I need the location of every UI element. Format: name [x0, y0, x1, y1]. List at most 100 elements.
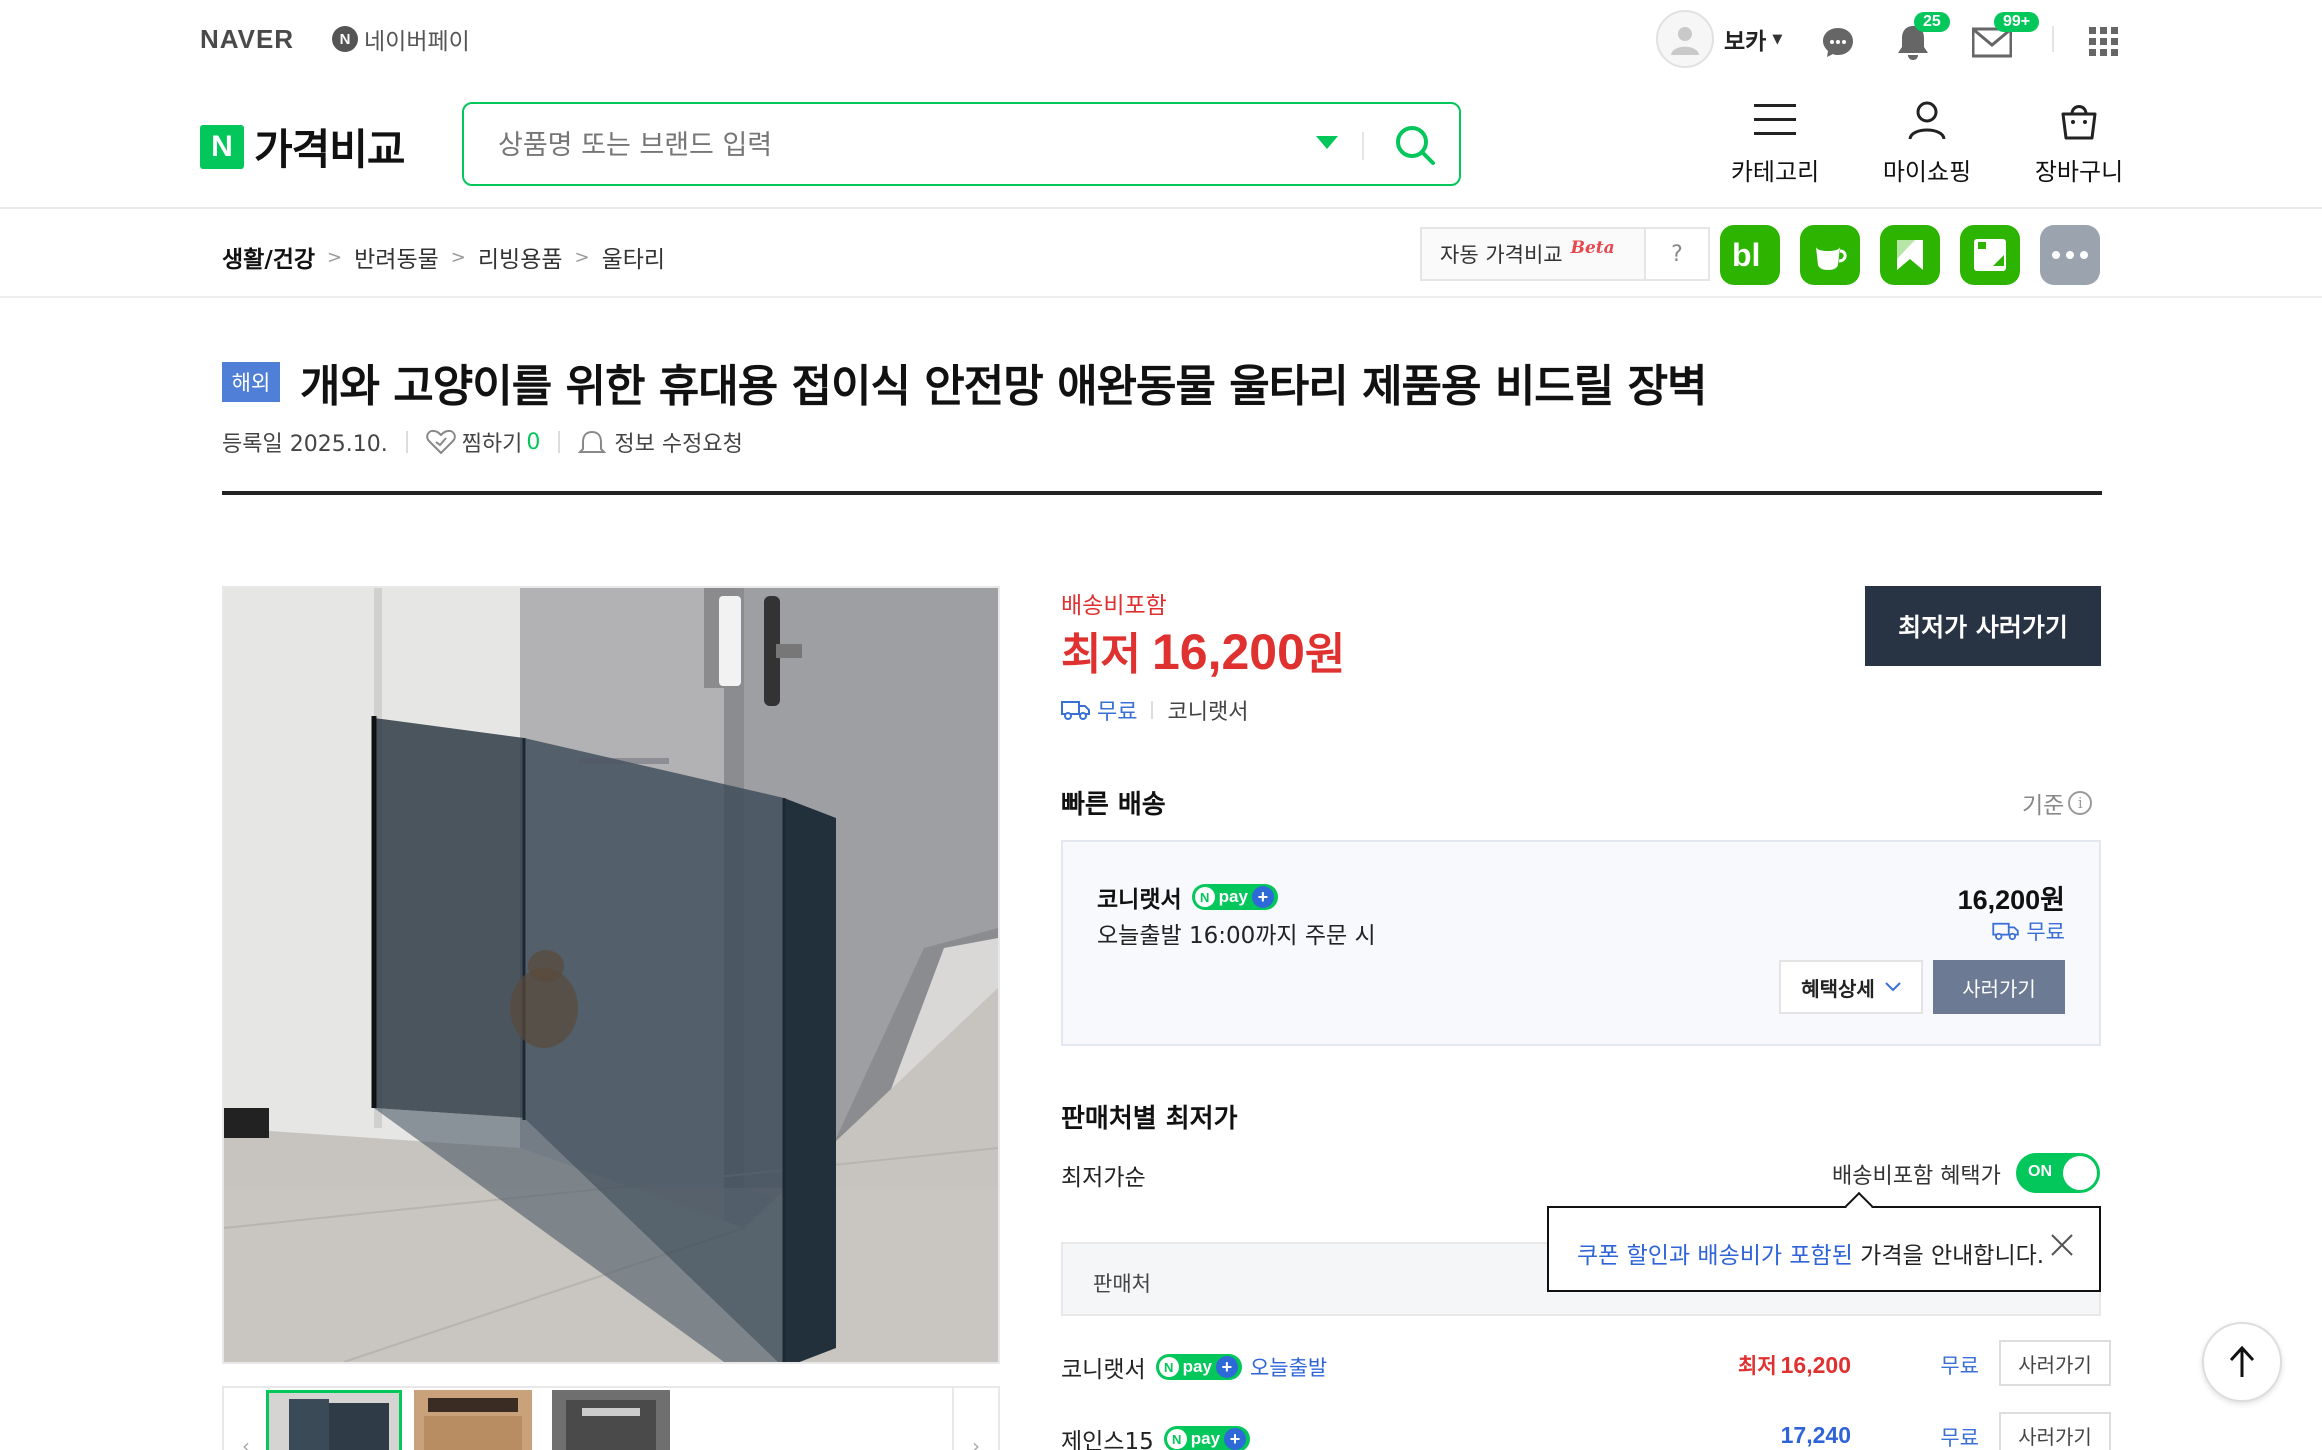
sort-option[interactable]: 최저가순 [1061, 1158, 1146, 1192]
chevron-down-icon: ▼ [1772, 31, 1783, 47]
close-icon[interactable] [2047, 1230, 2077, 1260]
tooltip-highlight: 쿠폰 할인과 배송비가 포함된 [1577, 1243, 1853, 1269]
thumbnail-prev-button[interactable]: ‹ [224, 1388, 270, 1450]
seller-name: 코니랫서 [1097, 887, 1182, 913]
shipping-benefit-toggle[interactable]: ON [2016, 1153, 2100, 1193]
tooltip-message: 쿠폰 할인과 배송비가 포함된 가격을 안내합니다. [1577, 1236, 2044, 1270]
tooltip-arrow [1844, 1191, 1874, 1221]
search-icon [1396, 126, 1435, 165]
shipping-fee: 무료 [1097, 700, 1138, 725]
auto-compare-toggle[interactable]: 자동 가격비교 Beta ? [1420, 227, 1710, 281]
divider [1362, 132, 1364, 160]
shipping-fee: 무료 [1940, 1354, 1979, 1378]
chevron-down-icon [1885, 982, 1901, 992]
fast-delivery-price: 16,200원 [1958, 878, 2065, 917]
breadcrumb-item[interactable]: 반려동물 [354, 240, 439, 274]
product-title: 개와 고양이를 위한 휴대용 접이식 안전망 애완동물 울타리 제품용 비드릴 … [300, 361, 1708, 412]
seller-price: 17,240 [1781, 1422, 1851, 1449]
search-input[interactable] [498, 124, 1298, 166]
price-prefix: 최저 [1738, 1354, 1777, 1378]
apps-grid-icon[interactable] [2084, 22, 2124, 62]
arrow-up-icon [2229, 1345, 2255, 1377]
user-icon [1671, 27, 1699, 55]
breadcrumb: 생활/건강 > 반려동물 > 리빙용품 > 울타리 [222, 240, 665, 274]
search-dropdown-toggle[interactable] [1316, 136, 1338, 149]
category-menu-button[interactable]: 카테고리 [1710, 100, 1840, 187]
thumbnail-3[interactable] [552, 1390, 670, 1450]
fast-delivery-seller[interactable]: 코니랫서 N pay + [1097, 880, 1278, 914]
myshopping-button[interactable]: 마이쇼핑 [1862, 100, 1992, 187]
product-image[interactable] [222, 586, 1000, 1364]
buy-lowest-button[interactable]: 최저가 사러가기 [1865, 586, 2101, 666]
bookmark-share-icon[interactable] [1880, 225, 1940, 285]
memo-share-icon[interactable] [1960, 225, 2020, 285]
naver-pay-icon: N [332, 26, 358, 52]
naver-n-icon: N [200, 124, 244, 169]
shipping-fee: 무료 [1940, 1426, 1979, 1450]
thumbnail-2[interactable] [414, 1390, 532, 1450]
breadcrumb-item[interactable]: 리빙용품 [478, 240, 563, 274]
myshopping-label: 마이쇼핑 [1882, 158, 1972, 186]
price-compare-logo[interactable]: N 가격비교 [200, 116, 406, 177]
brand-text: 가격비교 [254, 125, 406, 174]
wish-label: 찜하기 [461, 432, 523, 457]
price-value: 17,240 [1780, 1422, 1851, 1448]
heart-icon [425, 429, 456, 455]
naver-logo[interactable]: NAVER [200, 24, 294, 55]
talk-icon[interactable] [1818, 22, 1858, 62]
wish-button[interactable]: 찜하기 0 [425, 426, 540, 458]
benefit-detail-button[interactable]: 혜택상세 [1779, 960, 1923, 1014]
breadcrumb-separator: > [327, 246, 343, 268]
tooltip-text: 가격을 안내합니다. [1852, 1243, 2045, 1269]
beta-tag: Beta [1570, 238, 1615, 258]
naver-pay-link[interactable]: N 네이버페이 [332, 22, 470, 56]
shipping-info: 무료 코니랫서 [1061, 694, 1248, 726]
breadcrumb-item[interactable]: 생활/건강 [222, 240, 315, 274]
column-seller: 판매처 [1093, 1272, 1151, 1296]
criteria-label: 기준 [2022, 793, 2065, 819]
seller-name: 제인스15 [1061, 1429, 1154, 1450]
toggle-knob [2063, 1156, 2097, 1190]
thumbnail-1[interactable] [266, 1390, 402, 1450]
thumbnail-next-button[interactable]: › [952, 1388, 998, 1450]
hamburger-icon [1754, 104, 1796, 135]
divider [2052, 26, 2054, 52]
registered-date: 등록일 2025.10. [222, 432, 388, 457]
buy-button[interactable]: 사러가기 [1999, 1412, 2111, 1450]
seller-cell[interactable]: 코니랫서 N pay + 오늘출발 [1061, 1350, 1327, 1384]
truck-icon [1061, 701, 1090, 720]
search-button[interactable] [1390, 120, 1440, 170]
criteria-info-button[interactable]: 기준 i [2022, 786, 2093, 820]
lowest-price-value: 16,200 [1151, 624, 1305, 680]
buy-button[interactable]: 사러가기 [1999, 1340, 2111, 1386]
plus-icon: + [1215, 1356, 1238, 1378]
npay-label: pay [1182, 1357, 1212, 1376]
more-options-icon[interactable] [2040, 225, 2100, 285]
today-dispatch-label: 오늘출발 [1249, 1356, 1328, 1380]
table-row: 제인스15 N pay + 17,240 무료 사러가기 [1061, 1412, 2111, 1450]
blog-share-icon[interactable]: bl [1720, 225, 1780, 285]
seller-list-title: 판매처별 최저가 [1061, 1104, 1238, 1134]
naver-pay-label: 네이버페이 [364, 29, 470, 55]
toggle-state: ON [2028, 1163, 2052, 1180]
lowest-seller[interactable]: 코니랫서 [1167, 694, 1248, 726]
fast-delivery-card: 코니랫서 N pay + 오늘출발 16:00까지 주문 시 16,200원 무… [1061, 840, 2101, 1046]
seller-cell[interactable]: 제인스15 N pay + [1061, 1422, 1251, 1450]
divider [0, 207, 2322, 209]
scroll-to-top-button[interactable] [2202, 1322, 2282, 1402]
cart-button[interactable]: 장바구니 [2014, 100, 2144, 187]
breadcrumb-item[interactable]: 울타리 [602, 240, 665, 274]
divider [405, 431, 408, 453]
edit-request-button[interactable]: 정보 수정요청 [578, 426, 743, 458]
breadcrumb-separator: > [450, 246, 466, 268]
overseas-badge: 해외 [222, 362, 280, 402]
npay-n-icon: N [1194, 887, 1215, 907]
shipping-benefit-toggle-label: 배송비포함 혜택가 [1832, 1164, 2001, 1189]
npay-plus-badge: N pay + [1155, 1354, 1242, 1380]
bell-report-icon [578, 430, 607, 453]
fast-delivery-buy-button[interactable]: 사러가기 [1933, 960, 2065, 1014]
help-button[interactable]: ? [1644, 229, 1708, 279]
user-menu[interactable]: 보카 ▼ [1656, 10, 1782, 68]
cafe-share-icon[interactable] [1800, 225, 1860, 285]
price-info-tooltip: 쿠폰 할인과 배송비가 포함된 가격을 안내합니다. [1547, 1191, 2101, 1292]
